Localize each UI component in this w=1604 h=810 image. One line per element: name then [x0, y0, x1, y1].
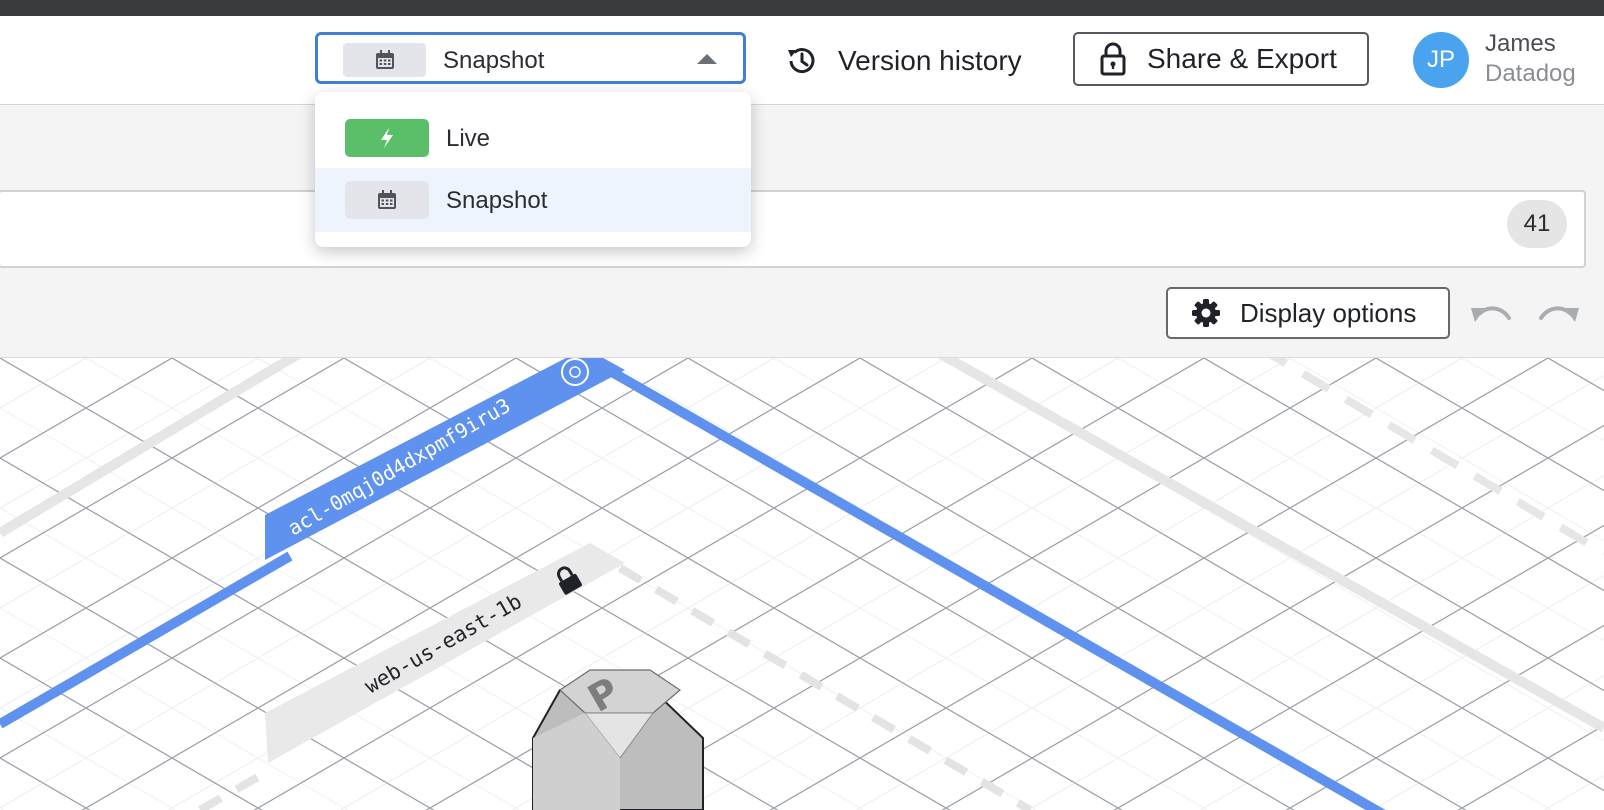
- avatar[interactable]: JP: [1413, 32, 1469, 88]
- header-bar: Snapshot Version history Share & Export …: [0, 16, 1604, 105]
- display-options-button[interactable]: Display options: [1166, 287, 1450, 339]
- lock-icon: [1099, 41, 1127, 77]
- gear-icon: [1190, 297, 1222, 329]
- dropdown-option-snapshot-label: Snapshot: [446, 187, 548, 214]
- toolbar: 41 Display options: [0, 105, 1604, 358]
- share-export-button[interactable]: Share & Export: [1073, 32, 1369, 86]
- history-icon: [784, 43, 820, 79]
- mode-select-value: Snapshot: [443, 47, 545, 74]
- display-options-label: Display options: [1240, 297, 1417, 328]
- redo-icon[interactable]: [1534, 295, 1584, 335]
- search-filter-bar[interactable]: [0, 190, 1586, 268]
- bolt-icon: [345, 119, 429, 157]
- dropdown-option-live-label: Live: [446, 125, 491, 152]
- calendar-icon: [343, 43, 426, 77]
- mode-select[interactable]: Snapshot: [315, 32, 746, 84]
- share-export-label: Share & Export: [1147, 43, 1337, 74]
- caret-up-icon: [697, 54, 717, 64]
- undo-icon[interactable]: [1466, 295, 1516, 335]
- dropdown-option-snapshot[interactable]: Snapshot: [315, 168, 751, 232]
- dropdown-option-live[interactable]: Live: [315, 106, 751, 170]
- user-name: James: [1485, 30, 1556, 57]
- diagram-canvas[interactable]: acl-0mqj0d4dxpmf9iru3 web-us-east-1b P: [0, 358, 1604, 810]
- user-org: Datadog: [1485, 60, 1576, 87]
- calendar-icon: [345, 181, 429, 219]
- version-history-label: Version history: [838, 45, 1022, 76]
- window-top-strip: [0, 0, 1604, 16]
- version-history-button[interactable]: Version history: [784, 41, 1022, 81]
- result-count-badge: 41: [1507, 200, 1567, 248]
